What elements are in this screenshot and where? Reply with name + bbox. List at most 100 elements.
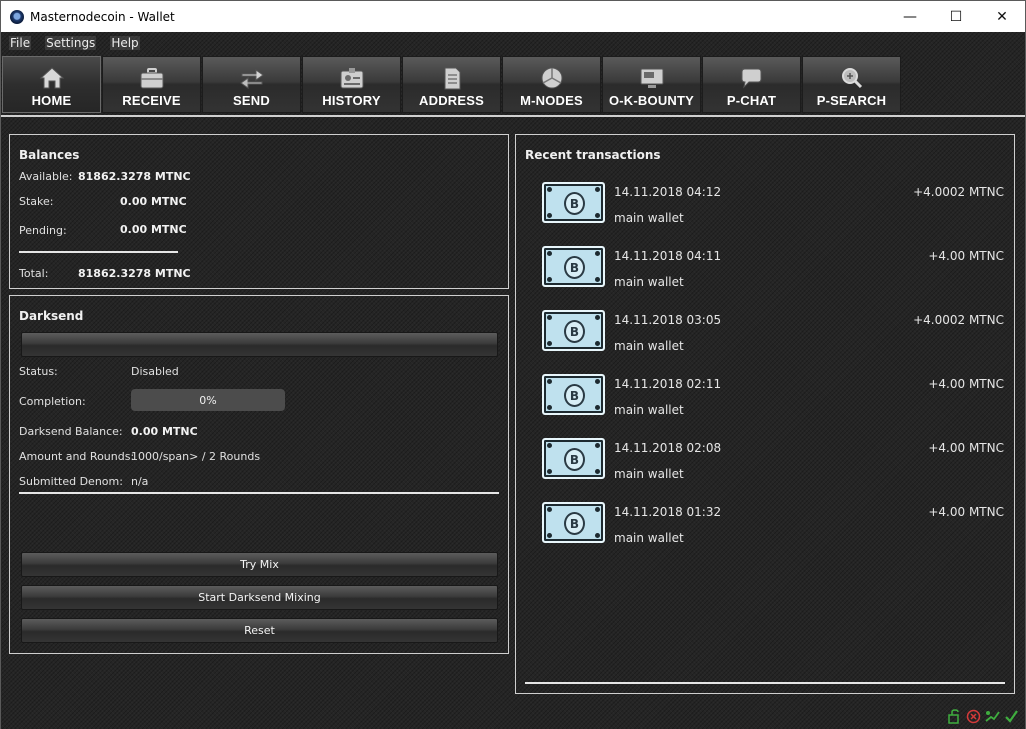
transaction-date: 14.11.2018 04:11 xyxy=(614,249,722,263)
stake-label: Stake: xyxy=(19,195,54,208)
transaction-wallet: main wallet xyxy=(614,211,684,225)
menu-bar: File Settings Help xyxy=(1,32,146,54)
maximize-button[interactable]: ☐ xyxy=(933,1,979,32)
transaction-wallet: main wallet xyxy=(614,531,684,545)
coin-icon: B xyxy=(564,384,585,407)
tab-psearch[interactable]: P-SEARCH xyxy=(802,56,901,113)
recent-transactions-panel: Recent transactions B 14.11.2018 04:12 m… xyxy=(515,134,1015,694)
status-value: Disabled xyxy=(131,365,179,378)
tab-address[interactable]: ADDRESS xyxy=(402,56,501,113)
darksend-balance-value: 0.00 MTNC xyxy=(131,425,198,438)
banknote-icon: B xyxy=(542,310,605,351)
window-title: Masternodecoin - Wallet xyxy=(30,9,175,24)
banknote-icon: B xyxy=(542,374,605,415)
tab-pchat-label: P-CHAT xyxy=(726,93,777,108)
menu-help[interactable]: Help xyxy=(110,36,140,50)
transaction-wallet: main wallet xyxy=(614,467,684,481)
synced-check-icon[interactable] xyxy=(1004,709,1019,724)
banknote-icon: B xyxy=(542,438,605,479)
tab-receive-label: RECEIVE xyxy=(122,93,181,108)
arrows-icon xyxy=(239,69,264,89)
denom-value: n/a xyxy=(131,475,149,488)
transaction-item[interactable]: B 14.11.2018 02:11 main wallet +4.00 MTN… xyxy=(516,374,1014,434)
coin-icon: B xyxy=(564,320,585,343)
transaction-amount: +4.00 MTNC xyxy=(928,441,1004,455)
transaction-wallet: main wallet xyxy=(614,339,684,353)
balances-title: Balances xyxy=(19,148,80,162)
transaction-item[interactable]: B 14.11.2018 04:12 main wallet +4.0002 M… xyxy=(516,182,1014,242)
transaction-amount: +4.0002 MTNC xyxy=(913,185,1004,199)
tab-history[interactable]: HISTORY xyxy=(302,56,401,113)
balances-panel: Balances Available: 81862.3278 MTNC Stak… xyxy=(9,134,509,289)
completion-progress-bar: 0% xyxy=(131,389,285,411)
denom-label: Submitted Denom: xyxy=(19,475,123,488)
cube-icon xyxy=(541,67,562,89)
transaction-date: 14.11.2018 01:32 xyxy=(614,505,722,519)
tab-mnodes[interactable]: M-NODES xyxy=(502,56,601,113)
home-icon xyxy=(39,67,64,89)
toolbar: HOME RECEIVE SEND HISTORY ADDRESS M-NODE… xyxy=(2,56,902,113)
transaction-item[interactable]: B 14.11.2018 03:05 main wallet +4.0002 M… xyxy=(516,310,1014,370)
transaction-item[interactable]: B 14.11.2018 01:32 main wallet +4.00 MTN… xyxy=(516,502,1014,562)
pending-label: Pending: xyxy=(19,224,67,237)
transaction-amount: +4.00 MTNC xyxy=(928,505,1004,519)
transaction-date: 14.11.2018 04:12 xyxy=(614,185,722,199)
transaction-amount: +4.0002 MTNC xyxy=(913,313,1004,327)
total-label: Total: xyxy=(19,267,49,280)
tab-send[interactable]: SEND xyxy=(202,56,301,113)
chat-icon xyxy=(741,68,761,89)
tab-mnodes-label: M-NODES xyxy=(520,93,583,108)
darksend-title: Darksend xyxy=(19,309,84,323)
recent-transactions-title: Recent transactions xyxy=(525,148,661,162)
tab-okbounty-label: O-K-BOUNTY xyxy=(608,93,695,108)
menu-file[interactable]: File xyxy=(9,36,32,50)
briefcase-icon xyxy=(140,68,163,89)
magnifier-icon xyxy=(841,68,862,89)
tab-okbounty[interactable]: O-K-BOUNTY xyxy=(602,56,701,113)
banknote-icon: B xyxy=(542,182,605,223)
transaction-wallet: main wallet xyxy=(614,403,684,417)
available-value: 81862.3278 MTNC xyxy=(78,170,191,183)
main-window: File Settings Help HOME RECEIVE SEND HIS… xyxy=(0,32,1026,729)
transactions-separator xyxy=(525,682,1005,684)
banknote-icon: B xyxy=(542,246,605,287)
title-bar: Masternodecoin - Wallet — ☐ ✕ xyxy=(0,0,1026,32)
balances-separator xyxy=(19,251,178,253)
transaction-amount: +4.00 MTNC xyxy=(928,249,1004,263)
transaction-amount: +4.00 MTNC xyxy=(928,377,1004,391)
stake-value: 0.00 MTNC xyxy=(120,195,187,208)
transaction-date: 14.11.2018 02:08 xyxy=(614,441,722,455)
rounds-value: 1000/span> / 2 Rounds xyxy=(131,450,261,463)
lock-icon[interactable] xyxy=(947,709,962,724)
menu-settings[interactable]: Settings xyxy=(45,36,97,50)
network-icon[interactable] xyxy=(985,709,1000,724)
transaction-list: B 14.11.2018 04:12 main wallet +4.0002 M… xyxy=(516,182,1014,582)
coin-icon: B xyxy=(564,256,585,279)
reset-button[interactable]: Reset xyxy=(21,618,498,643)
monitor-icon xyxy=(640,68,663,88)
tab-home-label: HOME xyxy=(31,93,72,108)
try-mix-button[interactable]: Try Mix xyxy=(21,552,498,577)
tab-home[interactable]: HOME xyxy=(2,56,101,113)
tab-address-label: ADDRESS xyxy=(419,93,484,108)
start-darksend-mixing-button[interactable]: Start Darksend Mixing xyxy=(21,585,498,610)
tab-pchat[interactable]: P-CHAT xyxy=(702,56,801,113)
transaction-wallet: main wallet xyxy=(614,275,684,289)
tab-psearch-label: P-SEARCH xyxy=(816,93,887,108)
status-bar xyxy=(947,709,1019,724)
app-logo-icon xyxy=(10,9,24,24)
error-icon[interactable] xyxy=(966,709,981,724)
rounds-label: Amount and Rounds: xyxy=(19,450,135,463)
pending-value: 0.00 MTNC xyxy=(120,223,187,236)
completion-label: Completion: xyxy=(19,395,86,408)
available-label: Available: xyxy=(19,170,73,183)
coin-icon: B xyxy=(564,448,585,471)
close-button[interactable]: ✕ xyxy=(979,1,1025,32)
coin-icon: B xyxy=(564,192,585,215)
transaction-date: 14.11.2018 02:11 xyxy=(614,377,722,391)
transaction-item[interactable]: B 14.11.2018 04:11 main wallet +4.00 MTN… xyxy=(516,246,1014,306)
minimize-button[interactable]: — xyxy=(887,1,933,32)
window-controls: — ☐ ✕ xyxy=(887,1,1025,32)
tab-receive[interactable]: RECEIVE xyxy=(102,56,201,113)
transaction-item[interactable]: B 14.11.2018 02:08 main wallet +4.00 MTN… xyxy=(516,438,1014,498)
